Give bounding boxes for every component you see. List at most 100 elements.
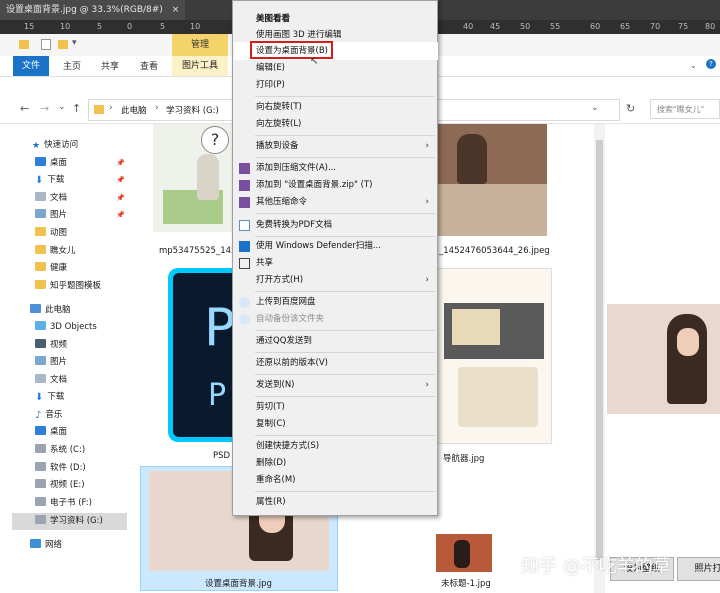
pin-icon[interactable]: 📌 [116, 159, 125, 167]
nav-item-folder[interactable]: 瞧女儿 [35, 243, 76, 259]
properties-icon[interactable] [41, 39, 51, 50]
desktop-icon [35, 157, 46, 166]
pin-icon[interactable]: 📌 [116, 176, 125, 184]
nav-item-documents[interactable]: 文档 [35, 190, 67, 206]
menu-separator [255, 96, 435, 97]
photo-tool-button[interactable]: 照片打 [677, 557, 720, 581]
nav-item-documents[interactable]: 文档 [35, 372, 67, 388]
ruler-mark: 10 [190, 22, 201, 31]
folder-icon[interactable] [19, 40, 29, 49]
file-thumbnail[interactable] [437, 124, 547, 236]
nav-this-pc[interactable]: 此电脑 [30, 302, 71, 318]
nav-item-folder[interactable]: 动图 [35, 225, 67, 241]
cube-icon [35, 321, 46, 330]
file-name[interactable]: 未标题-1.jpg [441, 577, 491, 589]
menu-item-send-via-qq[interactable]: 通过QQ发送到 [233, 333, 437, 350]
help-icon[interactable]: ? [706, 59, 716, 69]
menu-item-defender-scan[interactable]: 使用 Windows Defender扫描... [233, 238, 437, 255]
menu-item-upload-baidu[interactable]: 上传到百度网盘 [233, 294, 437, 311]
nav-item-desktop[interactable]: 桌面 [35, 155, 67, 171]
nav-network[interactable]: 网络 [30, 537, 62, 553]
file-name[interactable]: PSD [213, 451, 230, 461]
menu-item-share[interactable]: 共享 [233, 255, 437, 272]
menu-item-rotate-right[interactable]: 向右旋转(T) [233, 99, 437, 116]
close-tab-icon[interactable]: × [172, 5, 180, 15]
menu-item-rotate-left[interactable]: 向左旋转(L) [233, 116, 437, 133]
share-icon [239, 258, 250, 269]
folder-icon [35, 280, 46, 289]
scrollbar-thumb[interactable] [596, 140, 603, 560]
menu-item-convert-pdf[interactable]: 免费转换为PDF文档 [233, 217, 437, 234]
pictures-icon [35, 209, 46, 218]
tab-picture-tools[interactable]: 图片工具 [172, 56, 228, 76]
file-name[interactable]: _1452476053644_26.jpeg [439, 246, 550, 256]
file-thumbnail[interactable] [437, 268, 552, 444]
breadcrumb-this-pc[interactable]: 此电脑 [121, 104, 147, 116]
nav-item-videos[interactable]: 视频 [35, 337, 67, 353]
tab-file[interactable]: 文件 [13, 56, 49, 76]
pin-icon[interactable]: 📌 [116, 211, 125, 219]
menu-item-properties[interactable]: 属性(R) [233, 494, 437, 511]
tab-home[interactable]: 主页 [63, 59, 81, 72]
nav-item-folder[interactable]: 健康 [35, 260, 67, 276]
menu-item-copy[interactable]: 复制(C) [233, 416, 437, 433]
menu-item-cast-to-device[interactable]: 播放到设备 › [233, 138, 437, 155]
back-icon[interactable]: ← [20, 102, 29, 115]
file-name[interactable]: 设置桌面背景.jpg [205, 577, 272, 589]
ruler-mark: 0 [127, 22, 133, 31]
file-thumbnail[interactable]: ? [153, 124, 233, 232]
collapse-ribbon-icon[interactable]: ⌄ [690, 61, 697, 70]
menu-item-meitu-viewer[interactable]: 美图看看 [233, 11, 437, 28]
nav-item-3d-objects[interactable]: 3D Objects [35, 319, 97, 335]
recent-locations-icon[interactable]: ⌄ [58, 102, 66, 112]
file-name[interactable]: mp53475525_145 [159, 246, 236, 256]
menu-item-cut[interactable]: 剪切(T) [233, 399, 437, 416]
nav-item-drive-g[interactable]: 学习资料 (G:) [35, 513, 103, 529]
nav-item-pictures[interactable]: 图片 [35, 207, 67, 223]
nav-item-downloads[interactable]: ⬇ 下载 [35, 172, 64, 188]
nav-item-drive-f[interactable]: 电子书 (F:) [35, 495, 92, 511]
computer-icon [30, 304, 41, 313]
psd-file-icon[interactable]: P P [168, 268, 235, 442]
menu-item-open-with[interactable]: 打开方式(H) › [233, 272, 437, 289]
menu-item-delete[interactable]: 删除(D) [233, 455, 437, 472]
tab-share[interactable]: 共享 [101, 59, 119, 72]
download-icon: ⬇ [35, 175, 44, 186]
address-dropdown-icon[interactable]: ⌄ [591, 103, 599, 113]
nav-item-drive-c[interactable]: 系统 (C:) [35, 442, 85, 458]
up-icon[interactable]: ↑ [72, 102, 81, 115]
refresh-icon[interactable]: ↻ [626, 102, 635, 115]
new-folder-icon[interactable] [58, 40, 68, 49]
nav-item-music[interactable]: ♪ 音乐 [35, 407, 62, 423]
nav-item-drive-d[interactable]: 软件 (D:) [35, 460, 86, 476]
preview-image [607, 304, 720, 414]
nav-item-pictures[interactable]: 图片 [35, 354, 67, 370]
nav-quick-access[interactable]: ★ 快速访问 [32, 137, 78, 153]
submenu-arrow-icon: › [425, 275, 429, 285]
nav-item-drive-e[interactable]: 视频 (E:) [35, 477, 85, 493]
photoshop-document-tab[interactable]: 设置桌面背景.jpg @ 33.3%(RGB/8#) × [0, 0, 186, 20]
breadcrumb-drive-g[interactable]: 学习资料 (G:) [166, 104, 219, 116]
context-menu: 美图看看 使用画图 3D 进行编辑 设置为桌面背景(B) 编辑(E) 打印(P)… [232, 0, 438, 516]
menu-item-rename[interactable]: 重命名(M) [233, 472, 437, 489]
menu-item-create-shortcut[interactable]: 创建快捷方式(S) [233, 438, 437, 455]
customize-toolbar-icon[interactable]: ▾ [72, 38, 77, 48]
menu-item-add-to-zip[interactable]: 添加到 "设置桌面背景.zip" (T) [233, 177, 437, 194]
ruler-mark: 5 [160, 22, 166, 31]
menu-item-restore-versions[interactable]: 还原以前的版本(V) [233, 355, 437, 372]
pin-icon[interactable]: 📌 [116, 194, 125, 202]
menu-item-other-compress[interactable]: 其他压缩命令 › [233, 194, 437, 211]
tab-view[interactable]: 查看 [140, 59, 158, 72]
menu-item-print[interactable]: 打印(P) [233, 77, 437, 94]
nav-item-downloads[interactable]: ⬇ 下载 [35, 389, 64, 405]
search-input[interactable]: 搜索"瞧女儿" [650, 99, 720, 119]
menu-item-edit[interactable]: 编辑(E) [233, 60, 437, 77]
baidu-cloud-icon [239, 314, 250, 325]
ruler-mark: 40 [463, 22, 474, 31]
menu-item-add-to-archive[interactable]: 添加到压缩文件(A)... [233, 160, 437, 177]
nav-item-desktop[interactable]: 桌面 [35, 424, 67, 440]
menu-item-send-to[interactable]: 发送到(N) › [233, 377, 437, 394]
forward-icon[interactable]: → [40, 102, 49, 115]
file-name[interactable]: 导航器.jpg [443, 452, 484, 464]
nav-item-folder[interactable]: 知乎题图模板 [35, 278, 101, 294]
